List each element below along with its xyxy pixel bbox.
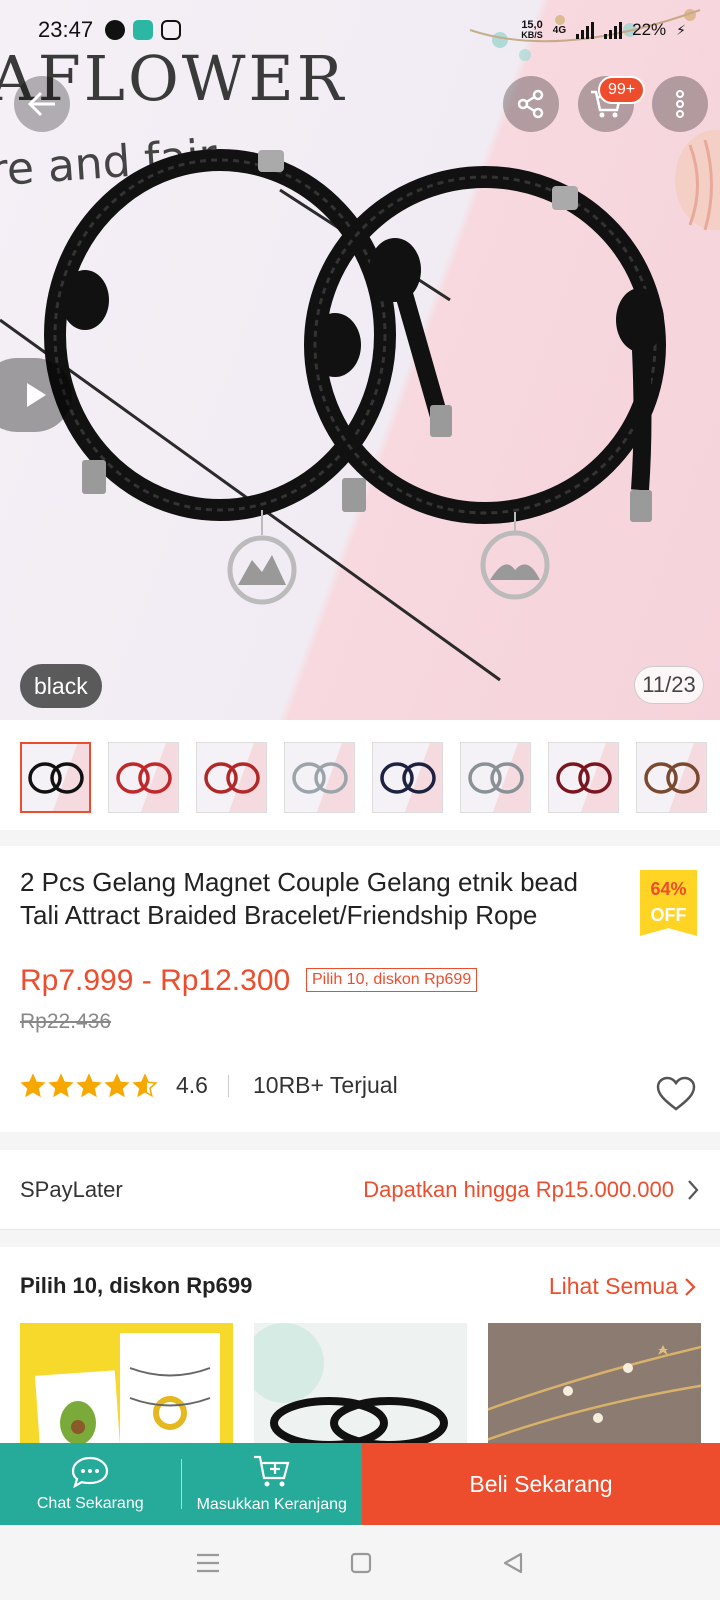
- add-cart-icon: [253, 1455, 290, 1487]
- home-icon[interactable]: [350, 1552, 372, 1574]
- chat-app-icon: [133, 20, 154, 40]
- rating-row[interactable]: 4.6 10RB+ Terjual: [20, 1072, 398, 1099]
- thumbnail-burgundy[interactable]: [548, 742, 619, 813]
- system-nav-bar: [0, 1525, 720, 1600]
- battery-charging-icon: ⚡: [676, 21, 686, 38]
- network-type: 4G: [552, 24, 567, 36]
- share-icon: [517, 89, 544, 119]
- product-image-carousel[interactable]: AFLOWER re and fair 23:47 15,0 KB/S 4G 2…: [0, 0, 720, 720]
- whatsapp-icon: [105, 20, 126, 40]
- net-speed: 15,0 KB/S: [521, 20, 543, 41]
- bundle-promo-tag[interactable]: Pilih 10, diskon Rp699: [306, 968, 478, 992]
- more-button[interactable]: [652, 76, 708, 132]
- bundle-product-3-image: [488, 1323, 701, 1453]
- thumbnail-strip[interactable]: [0, 720, 720, 830]
- share-button[interactable]: [503, 76, 559, 132]
- discount-badge: 64% OFF: [640, 870, 697, 936]
- chevron-right-icon: [685, 1277, 696, 1296]
- chat-icon: [72, 1456, 109, 1489]
- star-icon: [20, 1072, 46, 1097]
- product-info: 2 Pcs Gelang Magnet Couple Gelang etnik …: [0, 846, 720, 1132]
- buy-now-button[interactable]: Beli Sekarang: [362, 1443, 720, 1525]
- bundle-title: Pilih 10, diskon Rp699: [20, 1273, 253, 1298]
- more-vertical-icon: [676, 90, 684, 118]
- play-icon: [27, 383, 46, 407]
- thumbnail-red[interactable]: [108, 742, 179, 813]
- thumbnail-white[interactable]: [284, 742, 355, 813]
- thumbnail-navy[interactable]: [372, 742, 443, 813]
- sold-count: 10RB+ Terjual: [252, 1072, 398, 1098]
- cart-badge: 99+: [598, 76, 646, 104]
- heart-icon: [656, 1076, 696, 1111]
- see-all-label: Lihat Semua: [548, 1273, 678, 1299]
- signal-icon: [576, 21, 595, 39]
- star-icon: [48, 1072, 74, 1097]
- variant-tag: black: [20, 664, 102, 708]
- add-to-cart-button[interactable]: Masukkan Keranjang: [182, 1443, 363, 1525]
- chevron-right-icon: [688, 1179, 699, 1200]
- spaylater-row[interactable]: SPayLater Dapatkan hingga Rp15.000.000: [0, 1150, 720, 1230]
- bundle-product-2-image: [254, 1323, 467, 1453]
- spaylater-label: SPayLater: [20, 1176, 123, 1202]
- bundle-section: Pilih 10, diskon Rp699 Lihat Semua: [0, 1247, 720, 1453]
- thumbnail-bracelet-image: [643, 761, 700, 794]
- back-nav-icon[interactable]: [501, 1551, 525, 1575]
- star-icon: [104, 1072, 130, 1097]
- thumbnail-bracelet-image: [27, 761, 84, 794]
- instagram-icon: [161, 20, 182, 40]
- bundle-product-1-image: [20, 1323, 233, 1453]
- thumbnail-bracelet-image: [115, 761, 172, 794]
- thumbnail-bracelet-image: [379, 761, 436, 794]
- discount-off-label: OFF: [650, 905, 687, 925]
- divider: [227, 1074, 229, 1097]
- thumbnail-bracelet-image: [203, 761, 260, 794]
- net-speed-unit: KB/S: [521, 30, 543, 40]
- thumbnail-bracelet-image: [467, 761, 524, 794]
- product-page: AFLOWER re and fair 23:47 15,0 KB/S 4G 2…: [0, 0, 720, 1600]
- signal-2-icon: [604, 21, 623, 39]
- discount-percent: 64%: [650, 879, 687, 899]
- bundle-product-3[interactable]: [488, 1323, 701, 1453]
- price-range: Rp7.999 - Rp12.300: [20, 964, 291, 997]
- image-counter: 11/23: [634, 666, 704, 704]
- thumbnail-grey[interactable]: [460, 742, 531, 813]
- chat-now-button[interactable]: Chat Sekarang: [0, 1443, 181, 1525]
- chat-now-label: Chat Sekarang: [36, 1495, 144, 1512]
- star-icon: [132, 1072, 158, 1097]
- see-all-link[interactable]: Lihat Semua: [549, 1273, 696, 1300]
- menu-icon[interactable]: [195, 1552, 221, 1574]
- bundle-product-2[interactable]: [254, 1323, 467, 1453]
- bottom-action-bar: Chat Sekarang Masukkan Keranjang Beli Se…: [0, 1443, 720, 1525]
- rating-value: 4.6: [176, 1072, 208, 1098]
- back-button[interactable]: [14, 76, 70, 132]
- thumbnail-bracelet-image: [291, 761, 348, 794]
- thumbnail-bracelet-image: [555, 761, 612, 794]
- status-bar: 23:47 15,0 KB/S 4G 22% ⚡: [0, 0, 720, 60]
- star-icon: [76, 1072, 102, 1097]
- thumbnail-red-black[interactable]: [196, 742, 267, 813]
- thumbnail-brown[interactable]: [636, 742, 707, 813]
- favorite-button[interactable]: [656, 1076, 696, 1117]
- decor-shell: [675, 130, 720, 231]
- status-time: 23:47: [38, 17, 94, 42]
- bundle-product-1[interactable]: [20, 1323, 233, 1453]
- play-video-button[interactable]: [0, 358, 72, 432]
- add-to-cart-label: Masukkan Keranjang: [196, 1496, 347, 1513]
- product-title: 2 Pcs Gelang Magnet Couple Gelang etnik …: [20, 867, 578, 930]
- rating-stars: [20, 1072, 158, 1099]
- bracelet-left: [44, 149, 396, 605]
- original-price: Rp22.436: [20, 1010, 112, 1033]
- arrow-left-icon: [27, 91, 55, 117]
- thumbnail-black[interactable]: [20, 742, 91, 813]
- spaylater-value: Dapatkan hingga Rp15.000.000: [363, 1176, 674, 1202]
- battery-level: 22%: [632, 20, 667, 39]
